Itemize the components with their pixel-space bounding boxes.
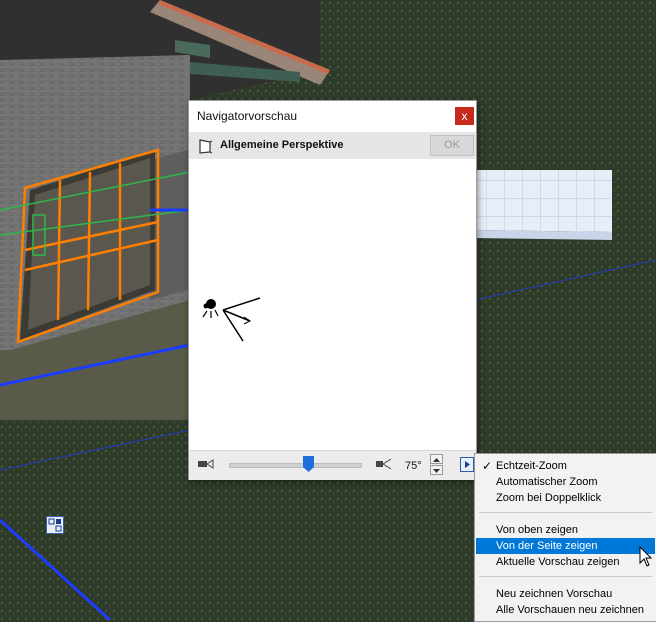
snap-icon[interactable] (46, 516, 64, 534)
zoom-slider[interactable] (229, 463, 362, 468)
options-menu-button[interactable] (460, 457, 474, 472)
menu-item-neu-zeichnen-vorschau[interactable]: Neu zeichnen Vorschau (476, 586, 655, 602)
close-button[interactable]: x (455, 107, 474, 125)
angle-stepper[interactable] (430, 454, 443, 476)
options-context-menu: ✓ Echtzeit-Zoom Automatischer Zoom Zoom … (474, 453, 656, 622)
menu-item-zoom-bei-doppelklick[interactable]: Zoom bei Doppelklick (476, 490, 655, 506)
menu-separator (479, 576, 652, 577)
menu-item-von-der-seite-zeigen[interactable]: Von der Seite zeigen (476, 538, 655, 554)
view-name: Allgemeine Perspektive (220, 139, 344, 151)
perspective-view-icon (199, 139, 213, 154)
zoom-in-camera-icon[interactable] (197, 458, 215, 470)
window-title: Navigatorvorschau (197, 109, 298, 123)
zoom-slider-thumb[interactable] (302, 456, 314, 472)
view-angle-value: 75° (405, 460, 422, 472)
menu-item-automatischer-zoom[interactable]: Automatischer Zoom (476, 474, 655, 490)
angle-down-button[interactable] (430, 465, 443, 475)
mouse-cursor-icon (639, 546, 653, 567)
menu-separator (479, 512, 652, 513)
play-arrow-icon (465, 461, 470, 468)
close-icon: x (461, 109, 468, 123)
title-bar[interactable]: Navigatorvorschau x (189, 101, 476, 131)
camera-icon[interactable] (202, 299, 219, 318)
navigator-preview-panel: Navigatorvorschau x Allgemeine Perspekti… (188, 100, 477, 480)
menu-item-von-oben-zeigen[interactable]: Von oben zeigen (476, 522, 655, 538)
menu-item-alle-vorschauen-neu-zeichnen[interactable]: Alle Vorschauen neu zeichnen (476, 602, 655, 618)
zoom-toolbar: 75° (189, 450, 476, 480)
preview-area[interactable] (189, 159, 476, 449)
zoom-out-camera-icon[interactable] (375, 458, 393, 470)
menu-item-aktuelle-vorschau-zeigen[interactable]: Aktuelle Vorschau zeigen (476, 554, 655, 570)
check-icon: ✓ (482, 459, 493, 473)
view-cone[interactable] (222, 297, 261, 342)
menu-item-echtzeit-zoom[interactable]: ✓ Echtzeit-Zoom (476, 458, 655, 474)
ok-button[interactable]: OK (430, 135, 474, 156)
view-selector-row[interactable]: Allgemeine Perspektive OK (189, 132, 476, 159)
angle-up-button[interactable] (430, 454, 443, 464)
